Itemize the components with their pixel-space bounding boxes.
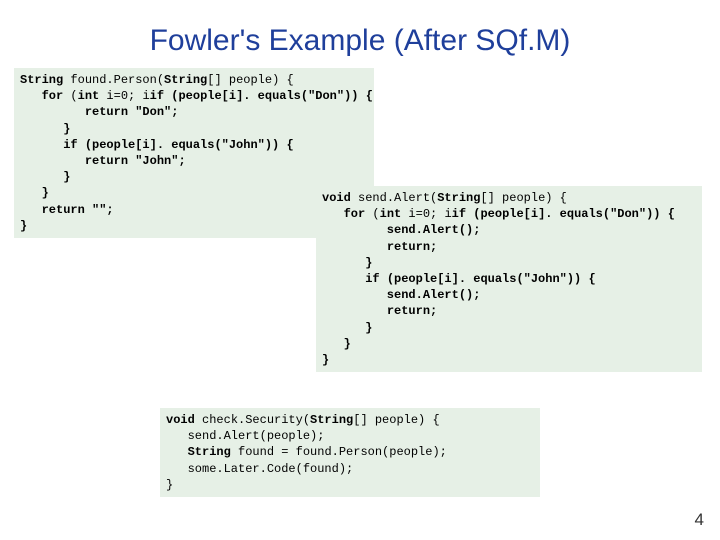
code-block-check-security: void check.Security(String[] people) { s… <box>160 408 540 497</box>
code-block-send-alert: void send.Alert(String[] people) { for (… <box>316 186 702 372</box>
slide-title: Fowler's Example (After SQf.M) <box>0 0 720 58</box>
page-number: 4 <box>695 510 704 530</box>
